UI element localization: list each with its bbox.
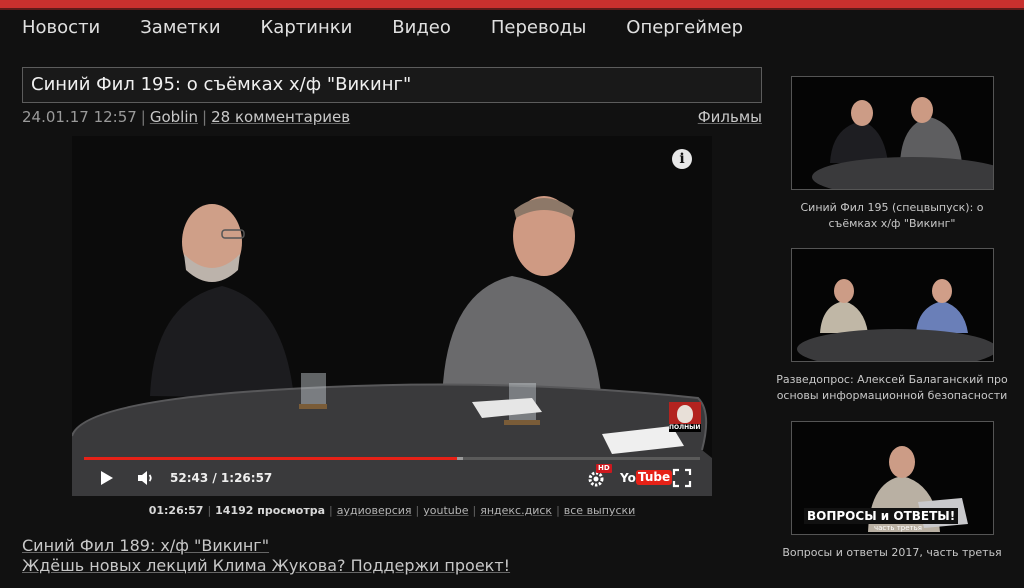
meta-separator: |: [202, 108, 208, 126]
audio-version-link[interactable]: аудиоверсия: [337, 504, 412, 517]
stats-separator: |: [556, 504, 560, 517]
sidebar-thumbnail[interactable]: [791, 76, 994, 190]
nav-item-opergamer[interactable]: Опергеймер: [626, 16, 743, 40]
post-date: 24.01.17 12:57: [22, 108, 137, 126]
author-link[interactable]: Goblin: [150, 108, 198, 126]
thumbnail-image: [792, 77, 993, 189]
sidebar-caption[interactable]: Вопросы и ответы 2017, часть третья: [772, 545, 1012, 561]
sidebar-thumbnail[interactable]: [791, 248, 994, 362]
fullscreen-icon: [672, 468, 692, 488]
hd-badge: HD: [596, 464, 612, 473]
settings-button[interactable]: HD: [586, 464, 612, 488]
volume-icon: [138, 471, 152, 485]
all-episodes-link[interactable]: все выпуски: [564, 504, 636, 517]
video-stats: 01:26:57 | 14192 просмотра | аудиоверсия | you…: [22, 504, 762, 518]
top-accent-bar: [0, 0, 1024, 8]
video-player[interactable]: i ПОЛНЫЙ ПЭ 52:43 / 1:26:57 HD You Tube: [72, 136, 712, 496]
sidebar-caption-line: съёмках х/ф "Викинг": [828, 217, 956, 230]
yandex-disk-link[interactable]: яндекс.диск: [480, 504, 552, 517]
sidebar-caption[interactable]: Синий Фил 195 (спецвыпуск): о съёмках х/…: [772, 200, 1012, 232]
play-icon: [101, 471, 113, 485]
sidebar-thumbnail[interactable]: ВОПРОСЫ и ОТВЕТЫ! часть третья: [791, 421, 994, 535]
youtube-link[interactable]: youtube: [423, 504, 468, 517]
view-count: 14192 просмотра: [215, 504, 326, 517]
nav-item-news[interactable]: Новости: [22, 16, 100, 40]
video-length: 01:26:57: [148, 504, 204, 517]
thumbnail-image: [792, 249, 993, 361]
main-nav: Новости Заметки Картинки Видео Переводы …: [22, 16, 783, 40]
sidebar-caption-line: Синий Фил 195 (спецвыпуск): о: [800, 201, 984, 214]
post-meta: 24.01.17 12:57 | Goblin | 28 комментариев Фи…: [22, 106, 762, 128]
badge-face-image: [677, 405, 693, 423]
fullscreen-button[interactable]: [672, 468, 692, 488]
badge-text: ПОЛНЫЙ ПЭ: [669, 424, 701, 432]
nav-item-notes[interactable]: Заметки: [140, 16, 220, 40]
progress-bar[interactable]: [84, 457, 700, 460]
post-title: Синий Фил 195: о съёмках х/ф "Викинг": [22, 67, 762, 103]
video-frame: [72, 136, 712, 496]
comments-link[interactable]: 28 комментариев: [211, 108, 350, 126]
sidebar-caption-line: Вопросы и ответы 2017, часть третья: [782, 546, 1002, 559]
stats-separator: |: [329, 504, 333, 517]
stats-separator: |: [472, 504, 477, 517]
related-links: Синий Фил 189: х/ф "Викинг" Ждёшь новых …: [22, 536, 762, 576]
sidebar-caption[interactable]: Разведопрос: Алексей Балаганский про осн…: [772, 372, 1012, 404]
thumbnail-overlay-subtitle: часть третья: [874, 524, 922, 532]
info-icon[interactable]: i: [672, 149, 692, 169]
main-content: Синий Фил 195: о съёмках х/ф "Викинг" 24…: [22, 67, 762, 575]
youtube-logo[interactable]: You Tube: [620, 468, 673, 488]
progress-played: [84, 457, 458, 460]
nav-item-video[interactable]: Видео: [392, 16, 451, 40]
related-link[interactable]: Ждёшь новых лекций Клима Жукова? Поддерж…: [22, 556, 762, 576]
channel-badge[interactable]: ПОЛНЫЙ ПЭ: [669, 402, 701, 432]
sidebar-caption-line: основы информационной безопасности: [776, 389, 1008, 402]
play-button[interactable]: [98, 468, 116, 488]
category-link[interactable]: Фильмы: [698, 106, 762, 128]
nav-item-pictures[interactable]: Картинки: [261, 16, 353, 40]
volume-button[interactable]: [136, 468, 156, 488]
youtube-logo-tube: Tube: [636, 470, 673, 485]
sidebar-caption-line: Разведопрос: Алексей Балаганский про: [776, 373, 1008, 386]
meta-separator: |: [140, 108, 146, 126]
related-link[interactable]: Синий Фил 189: х/ф "Викинг": [22, 536, 762, 556]
stats-separator: |: [415, 504, 420, 517]
time-display: 52:43 / 1:26:57: [170, 471, 273, 485]
player-controls: 52:43 / 1:26:57 HD You Tube: [72, 464, 712, 490]
nav-item-translations[interactable]: Переводы: [491, 16, 586, 40]
thumbnail-overlay-title: ВОПРОСЫ и ОТВЕТЫ!: [804, 508, 959, 524]
post-title-link[interactable]: Синий Фил 195: о съёмках х/ф "Викинг": [31, 74, 411, 95]
top-accent-shadow: [0, 8, 1024, 10]
stats-separator: |: [207, 504, 212, 517]
